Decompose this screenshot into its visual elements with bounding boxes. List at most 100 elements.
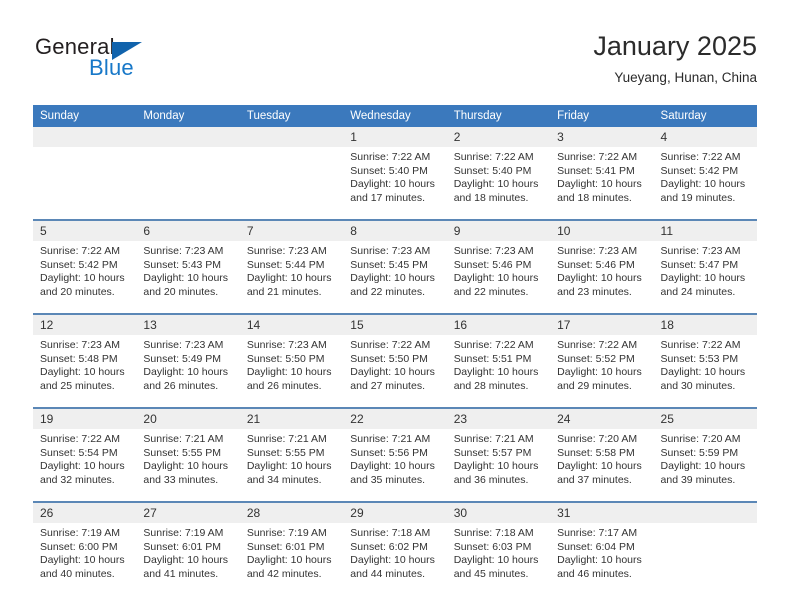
day-number[interactable]: 17 — [550, 313, 654, 335]
day-detail: Sunrise: 7:20 AM Sunset: 5:59 PM Dayligh… — [653, 429, 757, 502]
day-number[interactable]: 4 — [653, 127, 757, 147]
week-4-daynumbers: 19 20 21 22 23 24 25 — [33, 407, 757, 429]
daylight-text-line1: Daylight: 10 hours — [350, 178, 435, 191]
day-number[interactable]: 18 — [653, 313, 757, 335]
daylight-text-line2: and 23 minutes. — [557, 285, 632, 298]
daylight-text-line1: Daylight: 10 hours — [453, 366, 539, 379]
weekday-header-monday: Monday — [136, 105, 240, 127]
day-number[interactable]: 2 — [446, 127, 551, 147]
daylight-text-line1: Daylight: 10 hours — [143, 554, 229, 567]
daylight-text-line2: and 19 minutes. — [660, 191, 736, 204]
day-number[interactable]: 15 — [343, 313, 447, 335]
day-number[interactable]: 11 — [653, 219, 757, 241]
weekday-header-tuesday: Tuesday — [239, 105, 344, 127]
day-number[interactable]: 30 — [446, 501, 551, 523]
day-number[interactable]: 19 — [33, 407, 137, 429]
sunset-text: Sunset: 6:01 PM — [143, 540, 222, 553]
daylight-text-line2: and 28 minutes. — [453, 379, 529, 392]
daylight-text-line2: and 26 minutes. — [143, 379, 219, 392]
daylight-text-line2: and 18 minutes. — [453, 191, 529, 204]
day-number[interactable]: 14 — [239, 313, 344, 335]
day-detail: Sunrise: 7:22 AM Sunset: 5:42 PM Dayligh… — [653, 147, 757, 220]
day-number[interactable]: 26 — [33, 501, 137, 523]
day-detail: Sunrise: 7:19 AM Sunset: 6:01 PM Dayligh… — [136, 523, 240, 595]
title-block: January 2025 Yueyang, Hunan, China — [593, 30, 757, 88]
sunrise-text: Sunrise: 7:22 AM — [453, 151, 534, 163]
daylight-text-line1: Daylight: 10 hours — [453, 554, 539, 567]
sunset-text: Sunset: 6:03 PM — [453, 540, 532, 553]
day-number[interactable]: 29 — [343, 501, 447, 523]
sunset-text: Sunset: 5:50 PM — [246, 352, 325, 365]
sunrise-text: Sunrise: 7:19 AM — [40, 527, 120, 539]
daylight-text-line2: and 34 minutes. — [246, 473, 322, 486]
weekday-header-row: Sunday Monday Tuesday Wednesday Thursday… — [33, 105, 757, 127]
day-number[interactable]: 1 — [343, 127, 447, 147]
day-cell-empty — [33, 127, 137, 147]
day-number[interactable]: 10 — [550, 219, 654, 241]
day-detail: Sunrise: 7:23 AM Sunset: 5:46 PM Dayligh… — [446, 241, 551, 314]
page-header: General Blue January 2025 Yueyang, Hunan… — [33, 30, 757, 92]
sunset-text: Sunset: 5:58 PM — [557, 446, 635, 459]
day-detail: Sunrise: 7:23 AM Sunset: 5:47 PM Dayligh… — [653, 241, 757, 314]
daylight-text-line2: and 17 minutes. — [350, 191, 425, 204]
day-detail: Sunrise: 7:23 AM Sunset: 5:45 PM Dayligh… — [343, 241, 447, 314]
day-number[interactable]: 6 — [136, 219, 240, 241]
day-number[interactable]: 28 — [239, 501, 344, 523]
sunrise-text: Sunrise: 7:23 AM — [40, 339, 120, 351]
week-2-daynumbers: 5 6 7 8 9 10 11 — [33, 219, 757, 241]
daylight-text-line1: Daylight: 10 hours — [143, 460, 229, 473]
day-detail: Sunrise: 7:22 AM Sunset: 5:52 PM Dayligh… — [550, 335, 654, 408]
logo-word-blue: Blue — [89, 55, 134, 80]
day-number[interactable]: 24 — [550, 407, 654, 429]
day-detail-empty — [136, 147, 240, 220]
daylight-text-line1: Daylight: 10 hours — [40, 366, 125, 379]
day-number[interactable]: 16 — [446, 313, 551, 335]
day-cell-empty — [239, 127, 344, 147]
daylight-text-line1: Daylight: 10 hours — [660, 366, 746, 379]
daylight-text-line1: Daylight: 10 hours — [246, 366, 332, 379]
day-number[interactable]: 7 — [239, 219, 344, 241]
sunset-text: Sunset: 5:56 PM — [350, 446, 428, 459]
daylight-text-line1: Daylight: 10 hours — [557, 178, 642, 191]
day-number[interactable]: 31 — [550, 501, 654, 523]
day-detail-empty — [239, 147, 344, 220]
day-number[interactable]: 12 — [33, 313, 137, 335]
sunset-text: Sunset: 5:54 PM — [40, 446, 118, 459]
sunrise-text: Sunrise: 7:22 AM — [40, 245, 120, 257]
day-detail: Sunrise: 7:21 AM Sunset: 5:55 PM Dayligh… — [136, 429, 240, 502]
sunset-text: Sunset: 5:42 PM — [40, 258, 118, 271]
day-number[interactable]: 8 — [343, 219, 447, 241]
week-3-daynumbers: 12 13 14 15 16 17 18 — [33, 313, 757, 335]
daylight-text-line2: and 30 minutes. — [660, 379, 736, 392]
sunrise-text: Sunrise: 7:21 AM — [246, 433, 327, 445]
daylight-text-line1: Daylight: 10 hours — [40, 272, 125, 285]
day-detail-empty — [653, 523, 757, 595]
day-number[interactable]: 9 — [446, 219, 551, 241]
day-number[interactable]: 20 — [136, 407, 240, 429]
day-number[interactable]: 5 — [33, 219, 137, 241]
page-subtitle: Yueyang, Hunan, China — [614, 70, 757, 85]
day-detail: Sunrise: 7:23 AM Sunset: 5:44 PM Dayligh… — [239, 241, 344, 314]
day-number[interactable]: 3 — [550, 127, 654, 147]
day-number[interactable]: 27 — [136, 501, 240, 523]
day-detail: Sunrise: 7:22 AM Sunset: 5:53 PM Dayligh… — [653, 335, 757, 408]
daylight-text-line2: and 46 minutes. — [557, 567, 632, 580]
daylight-text-line2: and 18 minutes. — [557, 191, 632, 204]
sunrise-text: Sunrise: 7:23 AM — [557, 245, 638, 257]
sunrise-text: Sunrise: 7:23 AM — [246, 339, 327, 351]
weekday-header-sunday: Sunday — [33, 105, 137, 127]
day-number[interactable]: 23 — [446, 407, 551, 429]
day-cell-empty — [653, 501, 757, 523]
weekday-header-friday: Friday — [550, 105, 654, 127]
daylight-text-line1: Daylight: 10 hours — [143, 366, 229, 379]
daylight-text-line1: Daylight: 10 hours — [453, 178, 539, 191]
week-2-details: Sunrise: 7:22 AM Sunset: 5:42 PM Dayligh… — [33, 241, 757, 314]
sunrise-text: Sunrise: 7:23 AM — [660, 245, 741, 257]
day-detail: Sunrise: 7:21 AM Sunset: 5:55 PM Dayligh… — [239, 429, 344, 502]
sunset-text: Sunset: 5:46 PM — [453, 258, 532, 271]
day-number[interactable]: 21 — [239, 407, 344, 429]
day-number[interactable]: 25 — [653, 407, 757, 429]
day-number[interactable]: 22 — [343, 407, 447, 429]
day-number[interactable]: 13 — [136, 313, 240, 335]
sunrise-text: Sunrise: 7:21 AM — [350, 433, 431, 445]
